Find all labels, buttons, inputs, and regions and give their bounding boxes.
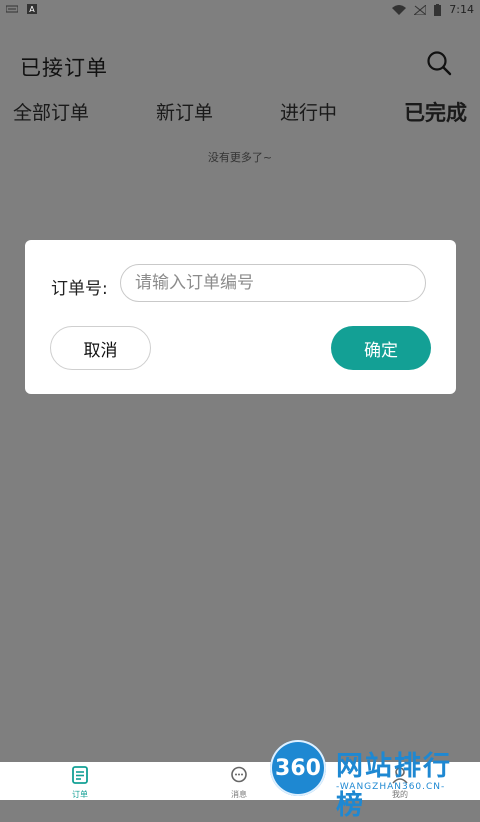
no-more-text: 没有更多了~ bbox=[207, 151, 273, 164]
page-title: 已接订单 bbox=[20, 56, 108, 80]
status-time: 7:14 bbox=[449, 3, 474, 16]
font-icon: A bbox=[27, 4, 37, 14]
watermark-logo: 360 bbox=[270, 740, 326, 796]
confirm-button[interactable]: 确定 bbox=[331, 326, 431, 370]
tab-in-progress[interactable]: 进行中 bbox=[280, 98, 337, 125]
order-list-icon bbox=[72, 766, 88, 784]
battery-icon bbox=[434, 3, 442, 16]
search-order-dialog: 订单号: 取消 确定 bbox=[25, 240, 456, 394]
wifi-icon bbox=[392, 4, 407, 15]
cancel-button[interactable]: 取消 bbox=[50, 326, 151, 370]
tab-all-orders[interactable]: 全部订单 bbox=[13, 98, 89, 125]
tab-completed[interactable]: 已完成 bbox=[404, 97, 467, 127]
signal-icon bbox=[414, 4, 427, 15]
status-bar: A 7:14 bbox=[0, 0, 480, 20]
watermark: 360 网站排行榜 -WANGZHAN360.CN- bbox=[270, 738, 480, 821]
message-icon bbox=[231, 766, 247, 783]
notification-icon bbox=[6, 5, 18, 13]
nav-label-orders: 订单 bbox=[72, 790, 88, 799]
nav-item-orders[interactable]: 订单 bbox=[50, 766, 110, 800]
watermark-subtitle: -WANGZHAN360.CN- bbox=[336, 782, 446, 792]
svg-text:A: A bbox=[29, 5, 35, 14]
tab-new-orders[interactable]: 新订单 bbox=[156, 98, 213, 125]
order-number-label: 订单号: bbox=[51, 279, 108, 299]
search-icon[interactable] bbox=[426, 50, 452, 76]
nav-item-messages[interactable]: 消息 bbox=[209, 766, 269, 800]
order-tabs: 全部订单 新订单 进行中 已完成 bbox=[0, 98, 480, 132]
app-header: 已接订单 bbox=[0, 44, 480, 88]
order-number-input[interactable] bbox=[120, 264, 426, 302]
nav-label-messages: 消息 bbox=[231, 790, 247, 799]
